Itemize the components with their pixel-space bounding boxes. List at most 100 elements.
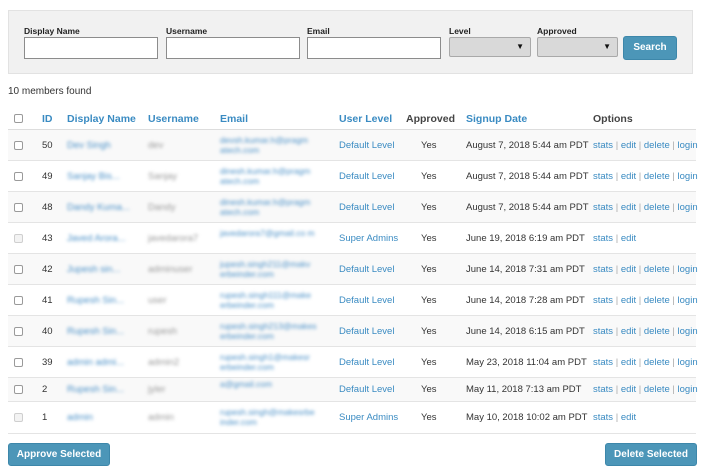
option-login-link[interactable]: login <box>678 264 698 275</box>
row-checkbox[interactable] <box>14 141 23 150</box>
option-stats-link[interactable]: stats <box>593 295 613 306</box>
display-name-filter-input[interactable] <box>24 37 158 59</box>
member-display-name-link[interactable]: Sanjay Bis... <box>67 171 120 182</box>
option-stats-link[interactable]: stats <box>593 202 613 213</box>
row-checkbox[interactable] <box>14 172 23 181</box>
member-email-link[interactable]: rupesh.singh213@makes erbeinder.com <box>220 321 320 341</box>
member-username: dev <box>148 140 164 151</box>
member-email-link[interactable]: javedarora7@gmail.co m <box>220 228 320 238</box>
option-edit-link[interactable]: edit <box>621 202 636 213</box>
option-login-link[interactable]: login <box>678 384 698 395</box>
member-display-name-link[interactable]: admin <box>67 412 93 423</box>
option-stats-link[interactable]: stats <box>593 357 613 368</box>
member-display-name-link[interactable]: Jupesh sin... <box>67 264 120 275</box>
option-stats-link[interactable]: stats <box>593 171 613 182</box>
member-email-link[interactable]: devsh.kumar.h@pragm atech.com <box>220 135 320 155</box>
select-all-checkbox[interactable] <box>14 114 23 123</box>
member-email-link[interactable]: a@gmail.com <box>220 379 320 389</box>
option-stats-link[interactable]: stats <box>593 384 613 395</box>
member-display-name-link[interactable]: Dev Singh <box>67 140 111 151</box>
member-email-link[interactable]: jupesh.singh211@makv erbeinder.com <box>220 259 320 279</box>
option-stats-link[interactable]: stats <box>593 264 613 275</box>
member-display-name-link[interactable]: Javed Arora... <box>67 233 126 244</box>
id-column-header[interactable]: ID <box>42 113 53 125</box>
option-login-link[interactable]: login <box>678 202 698 213</box>
member-user-level-link[interactable]: Default Level <box>339 357 394 368</box>
email-filter-label: Email <box>307 26 330 36</box>
username-column-header[interactable]: Username <box>148 113 199 125</box>
level-filter-select[interactable]: ▼ <box>449 37 531 57</box>
option-edit-link[interactable]: edit <box>621 357 636 368</box>
option-edit-link[interactable]: edit <box>621 233 636 244</box>
option-edit-link[interactable]: edit <box>621 384 636 395</box>
option-stats-link[interactable]: stats <box>593 412 613 423</box>
row-checkbox[interactable] <box>14 296 23 305</box>
member-user-level-link[interactable]: Default Level <box>339 384 394 395</box>
option-edit-link[interactable]: edit <box>621 140 636 151</box>
option-stats-link[interactable]: stats <box>593 326 613 337</box>
row-checkbox[interactable] <box>14 358 23 367</box>
option-delete-link[interactable]: delete <box>644 264 670 275</box>
option-edit-link[interactable]: edit <box>621 264 636 275</box>
member-user-level-link[interactable]: Default Level <box>339 202 394 213</box>
option-login-link[interactable]: login <box>678 171 698 182</box>
option-login-link[interactable]: login <box>678 326 698 337</box>
delete-selected-button[interactable]: Delete Selected <box>605 443 697 466</box>
email-column-header[interactable]: Email <box>220 113 248 125</box>
approve-selected-button[interactable]: Approve Selected <box>8 443 110 466</box>
option-edit-link[interactable]: edit <box>621 326 636 337</box>
member-email-link[interactable]: rupesh.singh1@makesr erbeinder.com <box>220 352 320 372</box>
option-edit-link[interactable]: edit <box>621 295 636 306</box>
member-display-name-link[interactable]: Rupesh Sin... <box>67 326 124 337</box>
member-user-level-link[interactable]: Default Level <box>339 295 394 306</box>
options-separator: | <box>613 233 621 244</box>
option-delete-link[interactable]: delete <box>644 140 670 151</box>
row-checkbox[interactable] <box>14 385 23 394</box>
option-stats-link[interactable]: stats <box>593 140 613 151</box>
member-email-link[interactable]: dinesh.kumar.h@pragm atech.com <box>220 166 320 186</box>
option-delete-link[interactable]: delete <box>644 384 670 395</box>
member-display-name-link[interactable]: Rupesh Sin... <box>67 384 124 395</box>
member-user-level-link[interactable]: Default Level <box>339 171 394 182</box>
member-signup-date: May 11, 2018 7:13 am PDT <box>466 384 582 395</box>
member-user-level-link[interactable]: Default Level <box>339 264 394 275</box>
row-checkbox[interactable] <box>14 265 23 274</box>
row-checkbox[interactable] <box>14 203 23 212</box>
row-options: stats | edit <box>593 412 636 423</box>
option-stats-link[interactable]: stats <box>593 233 613 244</box>
option-delete-link[interactable]: delete <box>644 295 670 306</box>
member-signup-date: May 10, 2018 10:02 am PDT <box>466 412 588 423</box>
option-login-link[interactable]: login <box>678 295 698 306</box>
member-email-link[interactable]: dinesh.kumar.h@pragm atech.com <box>220 197 320 217</box>
display-name-column-header[interactable]: Display Name <box>67 113 136 125</box>
option-delete-link[interactable]: delete <box>644 171 670 182</box>
member-display-name-link[interactable]: Rupesh Sin... <box>67 295 124 306</box>
member-display-name-link[interactable]: Dandy Kuma... <box>67 202 130 213</box>
username-filter-input[interactable] <box>166 37 300 59</box>
search-button[interactable]: Search <box>623 36 677 60</box>
option-login-link[interactable]: login <box>678 140 698 151</box>
option-edit-link[interactable]: edit <box>621 412 636 423</box>
member-user-level-link[interactable]: Super Admins <box>339 233 398 244</box>
member-user-level-link[interactable]: Default Level <box>339 326 394 337</box>
approved-filter-select[interactable]: ▼ <box>537 37 618 57</box>
user-level-column-header[interactable]: User Level <box>339 113 392 125</box>
option-delete-link[interactable]: delete <box>644 357 670 368</box>
option-login-link[interactable]: login <box>678 357 698 368</box>
member-user-level-link[interactable]: Super Admins <box>339 412 398 423</box>
row-checkbox[interactable] <box>14 327 23 336</box>
member-username: admin <box>148 412 174 423</box>
member-email-link[interactable]: rupesh.singh111@make erbeinder.com <box>220 290 320 310</box>
email-filter-input[interactable] <box>307 37 441 59</box>
option-delete-link[interactable]: delete <box>644 202 670 213</box>
option-edit-link[interactable]: edit <box>621 171 636 182</box>
member-display-name-link[interactable]: admin admi... <box>67 357 124 368</box>
member-approved-status: Yes <box>421 202 437 213</box>
table-row: 42 Jupesh sin... adminuser jupesh.singh211@… <box>8 254 698 285</box>
members-count: 10 members found <box>8 86 92 97</box>
member-user-level-link[interactable]: Default Level <box>339 140 394 151</box>
member-email-link[interactable]: rupesh.singh@makesrbe inder.com <box>220 407 320 427</box>
options-separator: | <box>636 264 644 275</box>
option-delete-link[interactable]: delete <box>644 326 670 337</box>
signup-date-column-header[interactable]: Signup Date <box>466 113 527 125</box>
